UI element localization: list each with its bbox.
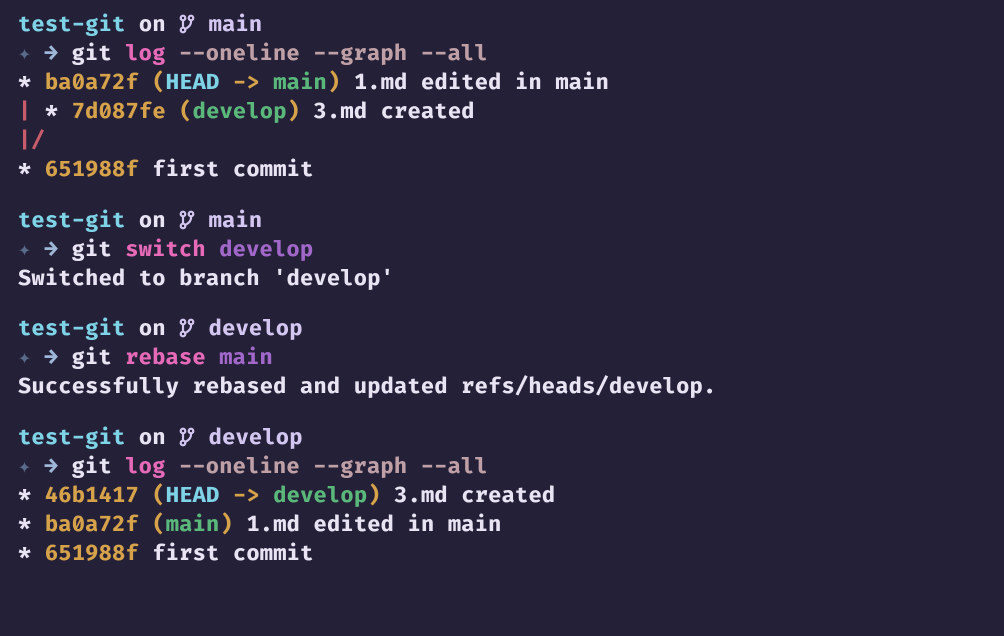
flag: --all <box>421 40 488 67</box>
prompt-line: test-git on develop <box>18 424 303 451</box>
blank-line <box>18 293 986 315</box>
cwd: test-git <box>18 315 125 342</box>
branch-icon <box>179 11 195 38</box>
ref-open: ( <box>152 69 165 96</box>
ref-arrow: -> <box>233 69 260 96</box>
terminal-output[interactable]: test-git on main ✦ → git log --oneline -… <box>0 0 1004 578</box>
prompt-diamond: ✦ <box>18 453 31 480</box>
flag: --graph <box>313 40 407 67</box>
branch-name: develop <box>209 424 303 451</box>
subcommand: log <box>125 40 165 67</box>
command-line: ✦ → git rebase main <box>18 344 273 371</box>
command-line: ✦ → git switch develop <box>18 236 313 263</box>
commit-message: 3.md created <box>394 482 555 509</box>
cwd: test-git <box>18 207 125 234</box>
command: git <box>71 344 111 371</box>
ref-close: ) <box>287 98 300 125</box>
output-line: Switched to branch 'develop' <box>18 265 394 292</box>
subcommand: switch <box>125 236 206 263</box>
ref-branch: main <box>273 69 327 96</box>
flag: --oneline <box>179 40 300 67</box>
commit-message: first commit <box>152 156 313 183</box>
on-word: on <box>139 11 166 38</box>
flag: --all <box>421 453 488 480</box>
commit-message: 1.md edited in main <box>246 511 501 538</box>
graph-star: * <box>18 156 45 183</box>
commit-message: 1.md edited in main <box>354 69 609 96</box>
commit-hash: ba0a72f <box>45 511 139 538</box>
blank-line <box>18 184 986 206</box>
graph-star: * <box>18 540 45 567</box>
flag: --oneline <box>179 453 300 480</box>
graph-star: * <box>18 482 45 509</box>
ref-close: ) <box>367 482 380 509</box>
command-line: ✦ → git log --oneline --graph --all <box>18 40 488 67</box>
argument: main <box>219 344 273 371</box>
ref-branch: develop <box>193 98 287 125</box>
cwd: test-git <box>18 11 125 38</box>
output-line: Successfully rebased and updated refs/he… <box>18 373 716 400</box>
command: git <box>71 236 111 263</box>
output-text: Switched to branch 'develop' <box>18 265 394 292</box>
ref-open: ( <box>152 482 165 509</box>
flag: --graph <box>313 453 407 480</box>
blank-line <box>18 401 986 423</box>
commit-hash: ba0a72f <box>45 69 139 96</box>
commit-message: 3.md created <box>314 98 475 125</box>
log-line: * 46b1417 (HEAD -> develop) 3.md created <box>18 482 555 509</box>
ref-branch: main <box>166 511 220 538</box>
ref-open: ( <box>152 511 165 538</box>
branch-icon <box>179 424 195 451</box>
graph-pipe: | <box>18 98 45 125</box>
graph-merge: |/ <box>18 127 45 154</box>
log-line: * ba0a72f (HEAD -> main) 1.md edited in … <box>18 69 609 96</box>
ref-head: HEAD <box>166 482 220 509</box>
command: git <box>71 453 111 480</box>
prompt-arrow-icon: → <box>45 40 58 67</box>
ref-close: ) <box>220 511 233 538</box>
on-word: on <box>139 424 166 451</box>
cwd: test-git <box>18 424 125 451</box>
branch-icon <box>179 207 195 234</box>
subcommand: log <box>125 453 165 480</box>
log-line: * ba0a72f (main) 1.md edited in main <box>18 511 502 538</box>
commit-hash: 7d087fe <box>72 98 166 125</box>
prompt-diamond: ✦ <box>18 344 31 371</box>
output-text: Successfully rebased and updated refs/he… <box>18 373 716 400</box>
command-line: ✦ → git log --oneline --graph --all <box>18 453 488 480</box>
commit-hash: 651988f <box>45 540 139 567</box>
ref-arrow: -> <box>233 482 260 509</box>
ref-head: HEAD <box>166 69 220 96</box>
ref-close: ) <box>327 69 340 96</box>
branch-icon <box>179 315 195 342</box>
prompt-arrow-icon: → <box>45 344 58 371</box>
prompt-line: test-git on main <box>18 11 262 38</box>
prompt-line: test-git on develop <box>18 315 303 342</box>
on-word: on <box>139 207 166 234</box>
branch-name: main <box>209 11 263 38</box>
commit-message: first commit <box>152 540 313 567</box>
prompt-arrow-icon: → <box>45 453 58 480</box>
command: git <box>71 40 111 67</box>
prompt-diamond: ✦ <box>18 40 31 67</box>
log-line: * 651988f first commit <box>18 156 314 183</box>
ref-branch: develop <box>273 482 367 509</box>
log-line: * 651988f first commit <box>18 540 314 567</box>
prompt-diamond: ✦ <box>18 236 31 263</box>
graph-star: * <box>45 98 72 125</box>
commit-hash: 651988f <box>45 156 139 183</box>
ref-open: ( <box>179 98 192 125</box>
branch-name: develop <box>209 315 303 342</box>
commit-hash: 46b1417 <box>45 482 139 509</box>
subcommand: rebase <box>125 344 206 371</box>
branch-name: main <box>209 207 263 234</box>
prompt-arrow-icon: → <box>45 236 58 263</box>
argument: develop <box>219 236 313 263</box>
log-line: |/ <box>18 127 45 154</box>
log-line: | * 7d087fe (develop) 3.md created <box>18 98 475 125</box>
on-word: on <box>139 315 166 342</box>
graph-star: * <box>18 69 45 96</box>
prompt-line: test-git on main <box>18 207 262 234</box>
graph-star: * <box>18 511 45 538</box>
